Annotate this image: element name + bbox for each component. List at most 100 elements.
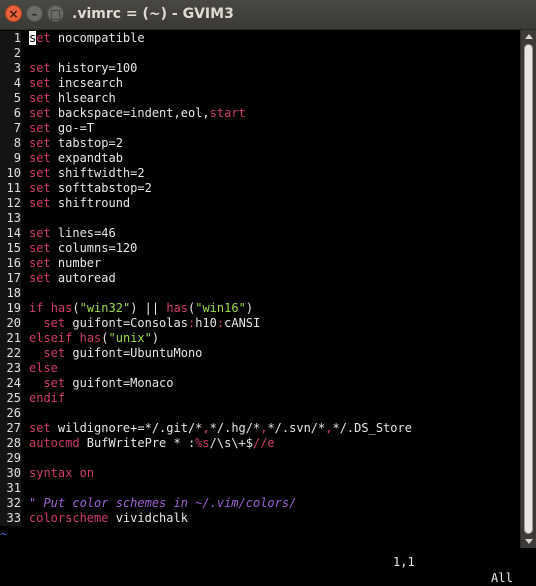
line-number: 20	[0, 316, 21, 331]
line-number: 31	[0, 481, 21, 496]
line-number: 32	[0, 496, 21, 511]
line-number: 5	[0, 91, 21, 106]
status-line: 1,1 All	[0, 538, 520, 585]
line-number: 3	[0, 61, 21, 76]
line-number: 19	[0, 301, 21, 316]
code-token: guifont=Consolas	[65, 316, 188, 330]
code-line[interactable]: 23 else	[0, 361, 58, 376]
code-line[interactable]: 31	[0, 481, 29, 496]
code-line[interactable]: 8 set tabstop=2	[0, 136, 123, 151]
code-token: set	[29, 241, 51, 255]
code-token: (	[72, 301, 80, 315]
scroll-indicator: All	[491, 571, 513, 585]
cursor-position: 1,1	[393, 555, 415, 569]
code-token: autoread	[50, 271, 116, 285]
code-line[interactable]: 32 " Put color schemes in ~/.vim/colors/	[0, 496, 296, 511]
code-token: set	[29, 106, 51, 120]
code-token: hlsearch	[50, 91, 116, 105]
code-line[interactable]: 24 set guifont=Monaco	[0, 376, 174, 391]
scroll-up-icon[interactable]	[525, 34, 533, 39]
code-line[interactable]: 26	[0, 406, 29, 421]
code-line[interactable]: 6 set backspace=indent,eol,start	[0, 106, 246, 121]
code-token: on	[79, 466, 95, 480]
line-number: 16	[0, 256, 21, 271]
line-number: 33	[0, 511, 21, 526]
code-token: */.hg/*	[209, 421, 261, 435]
vertical-scrollbar[interactable]	[520, 30, 536, 548]
code-line[interactable]: 21 elseif has("unix")	[0, 331, 159, 346]
code-line[interactable]: 14 set lines=46	[0, 226, 116, 241]
code-line[interactable]: 1 set nocompatible	[0, 31, 145, 46]
code-token: set	[29, 226, 51, 240]
code-line[interactable]: 11 set softtabstop=2	[0, 181, 152, 196]
code-line[interactable]: 33 colorscheme vividchalk	[0, 511, 188, 526]
code-token: ,	[202, 421, 210, 435]
code-line[interactable]: 13	[0, 211, 29, 226]
code-token: softtabstop=2	[50, 181, 152, 195]
code-token: history=100	[50, 61, 138, 75]
code-line[interactable]: 18	[0, 286, 29, 301]
code-line[interactable]: 4 set incsearch	[0, 76, 123, 91]
code-line[interactable]: 15 set columns=120	[0, 241, 137, 256]
code-token: incsearch	[50, 76, 123, 90]
code-token: set	[29, 61, 51, 75]
code-token: elseif	[29, 331, 73, 345]
line-number: 23	[0, 361, 21, 376]
code-token: set	[29, 91, 51, 105]
line-number: 17	[0, 271, 21, 286]
code-token: h10	[195, 316, 217, 330]
line-number: 2	[0, 46, 21, 61]
code-line[interactable]: 28 autocmd BufWritePre * :%s/\s\+$//e	[0, 436, 275, 451]
code-line[interactable]: 19 if has("win32") || has("win16")	[0, 301, 253, 316]
scroll-down-icon[interactable]	[525, 539, 533, 544]
line-number: 22	[0, 346, 21, 361]
code-token: set	[43, 376, 66, 390]
code-line[interactable]: 5 set hlsearch	[0, 91, 116, 106]
line-number: 14	[0, 226, 21, 241]
code-token: */.svn/*	[267, 421, 326, 435]
code-line[interactable]: 22 set guifont=UbuntuMono	[0, 346, 202, 361]
code-token: //e	[252, 436, 275, 450]
code-token: guifont=Monaco	[65, 376, 174, 390]
code-line[interactable]: 29	[0, 451, 29, 466]
close-icon[interactable]: ×	[5, 5, 22, 22]
editor-buffer[interactable]: 1 set nocompatible 2 3 set history=100 4 set i…	[0, 30, 520, 527]
code-token: shiftround	[50, 196, 131, 210]
code-token: set	[43, 316, 66, 330]
code-line[interactable]: 25 endif	[0, 391, 65, 406]
line-number: 29	[0, 451, 21, 466]
line-number: 18	[0, 286, 21, 301]
code-line[interactable]: 30 syntax on	[0, 466, 94, 481]
code-token: endif	[29, 391, 66, 405]
scrollbar-thumb[interactable]	[524, 44, 533, 534]
code-line[interactable]: 17 set autoread	[0, 271, 116, 286]
code-line[interactable]: 2	[0, 46, 29, 61]
code-token: set	[43, 346, 66, 360]
code-line[interactable]: 3 set history=100	[0, 61, 137, 76]
code-token: else	[29, 361, 58, 375]
code-line[interactable]: 9 set expandtab	[0, 151, 123, 166]
code-line[interactable]: 27 set wildignore+=*/.git/*,*/.hg/*,*/.sv…	[0, 421, 412, 436]
code-token: ) ||	[130, 301, 167, 315]
code-token: "win32"	[79, 301, 131, 315]
code-token: "unix"	[108, 331, 152, 345]
code-token: set	[29, 181, 51, 195]
window-title: .vimrc = (~) - GVIM3	[72, 6, 234, 22]
code-line[interactable]: 16 set number	[0, 256, 101, 271]
code-token: has	[166, 301, 188, 315]
code-line[interactable]: 20 set guifont=Consolas:h10:cANSI	[0, 316, 260, 331]
minimize-icon[interactable]: –	[26, 5, 43, 22]
code-token: set	[29, 121, 51, 135]
line-number: 7	[0, 121, 21, 136]
maximize-icon[interactable]: □	[47, 5, 64, 22]
line-number: 30	[0, 466, 21, 481]
line-number: 12	[0, 196, 21, 211]
code-line[interactable]: 7 set go-=T	[0, 121, 94, 136]
code-line[interactable]: 10 set shiftwidth=2	[0, 166, 145, 181]
line-number: 28	[0, 436, 21, 451]
code-line[interactable]: 12 set shiftround	[0, 196, 130, 211]
code-token: shiftwidth=2	[50, 166, 145, 180]
